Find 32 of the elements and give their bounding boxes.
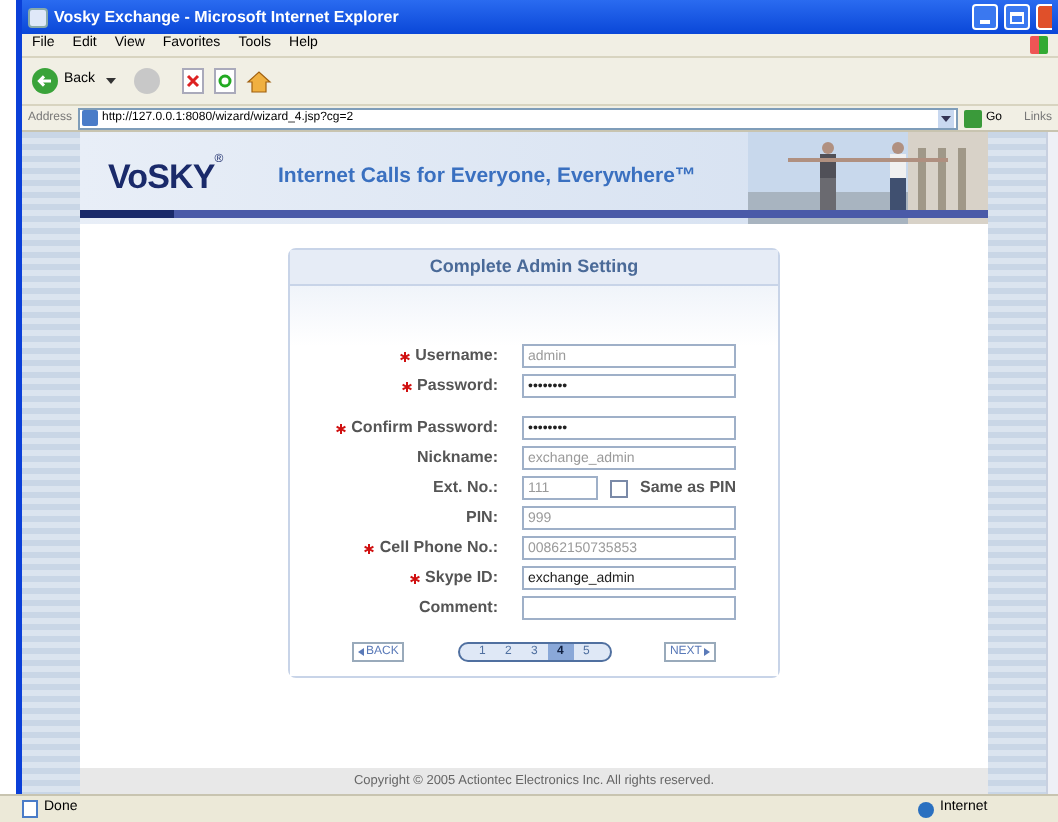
close-button[interactable] bbox=[1036, 4, 1052, 30]
field-label: Cell Phone No.: bbox=[379, 536, 498, 560]
maximize-button[interactable] bbox=[1004, 4, 1030, 30]
page-icon bbox=[22, 800, 38, 818]
input-field[interactable] bbox=[522, 596, 736, 620]
right-arrow-icon bbox=[703, 648, 710, 656]
window-title: Vosky Exchange - Microsoft Internet Explorer bbox=[54, 5, 399, 29]
refresh-button[interactable] bbox=[213, 68, 236, 94]
field-label: Confirm Password: bbox=[351, 416, 498, 440]
scrollbar[interactable] bbox=[1046, 132, 1058, 794]
field-label: Comment: bbox=[418, 596, 498, 620]
field-label: Skype ID: bbox=[425, 566, 498, 590]
panel-title: Complete Admin Setting bbox=[429, 253, 639, 280]
home-button[interactable] bbox=[245, 68, 272, 94]
field-label: Username: bbox=[415, 344, 498, 368]
checkbox-label: Same as PIN bbox=[640, 476, 737, 500]
field-label: Ext. No.: bbox=[433, 476, 498, 500]
field-label: Password: bbox=[417, 374, 498, 398]
field-label: Nickname: bbox=[417, 446, 498, 470]
field-label: PIN: bbox=[466, 506, 498, 530]
stop-button[interactable] bbox=[181, 68, 204, 94]
dropdown-arrow-icon[interactable] bbox=[105, 78, 116, 84]
browser-icon bbox=[28, 7, 48, 27]
tagline: Internet Calls for Everyone, Everywhere™ bbox=[278, 162, 696, 193]
logo: VoSKY bbox=[108, 158, 215, 201]
minimize-button[interactable] bbox=[972, 4, 998, 30]
globe-icon bbox=[918, 801, 934, 817]
left-arrow-icon bbox=[358, 648, 364, 656]
dropdown-arrow-icon[interactable] bbox=[937, 109, 954, 127]
windows-logo-icon bbox=[1030, 36, 1048, 54]
back-arrow-icon bbox=[32, 68, 58, 94]
page-icon bbox=[82, 110, 99, 126]
